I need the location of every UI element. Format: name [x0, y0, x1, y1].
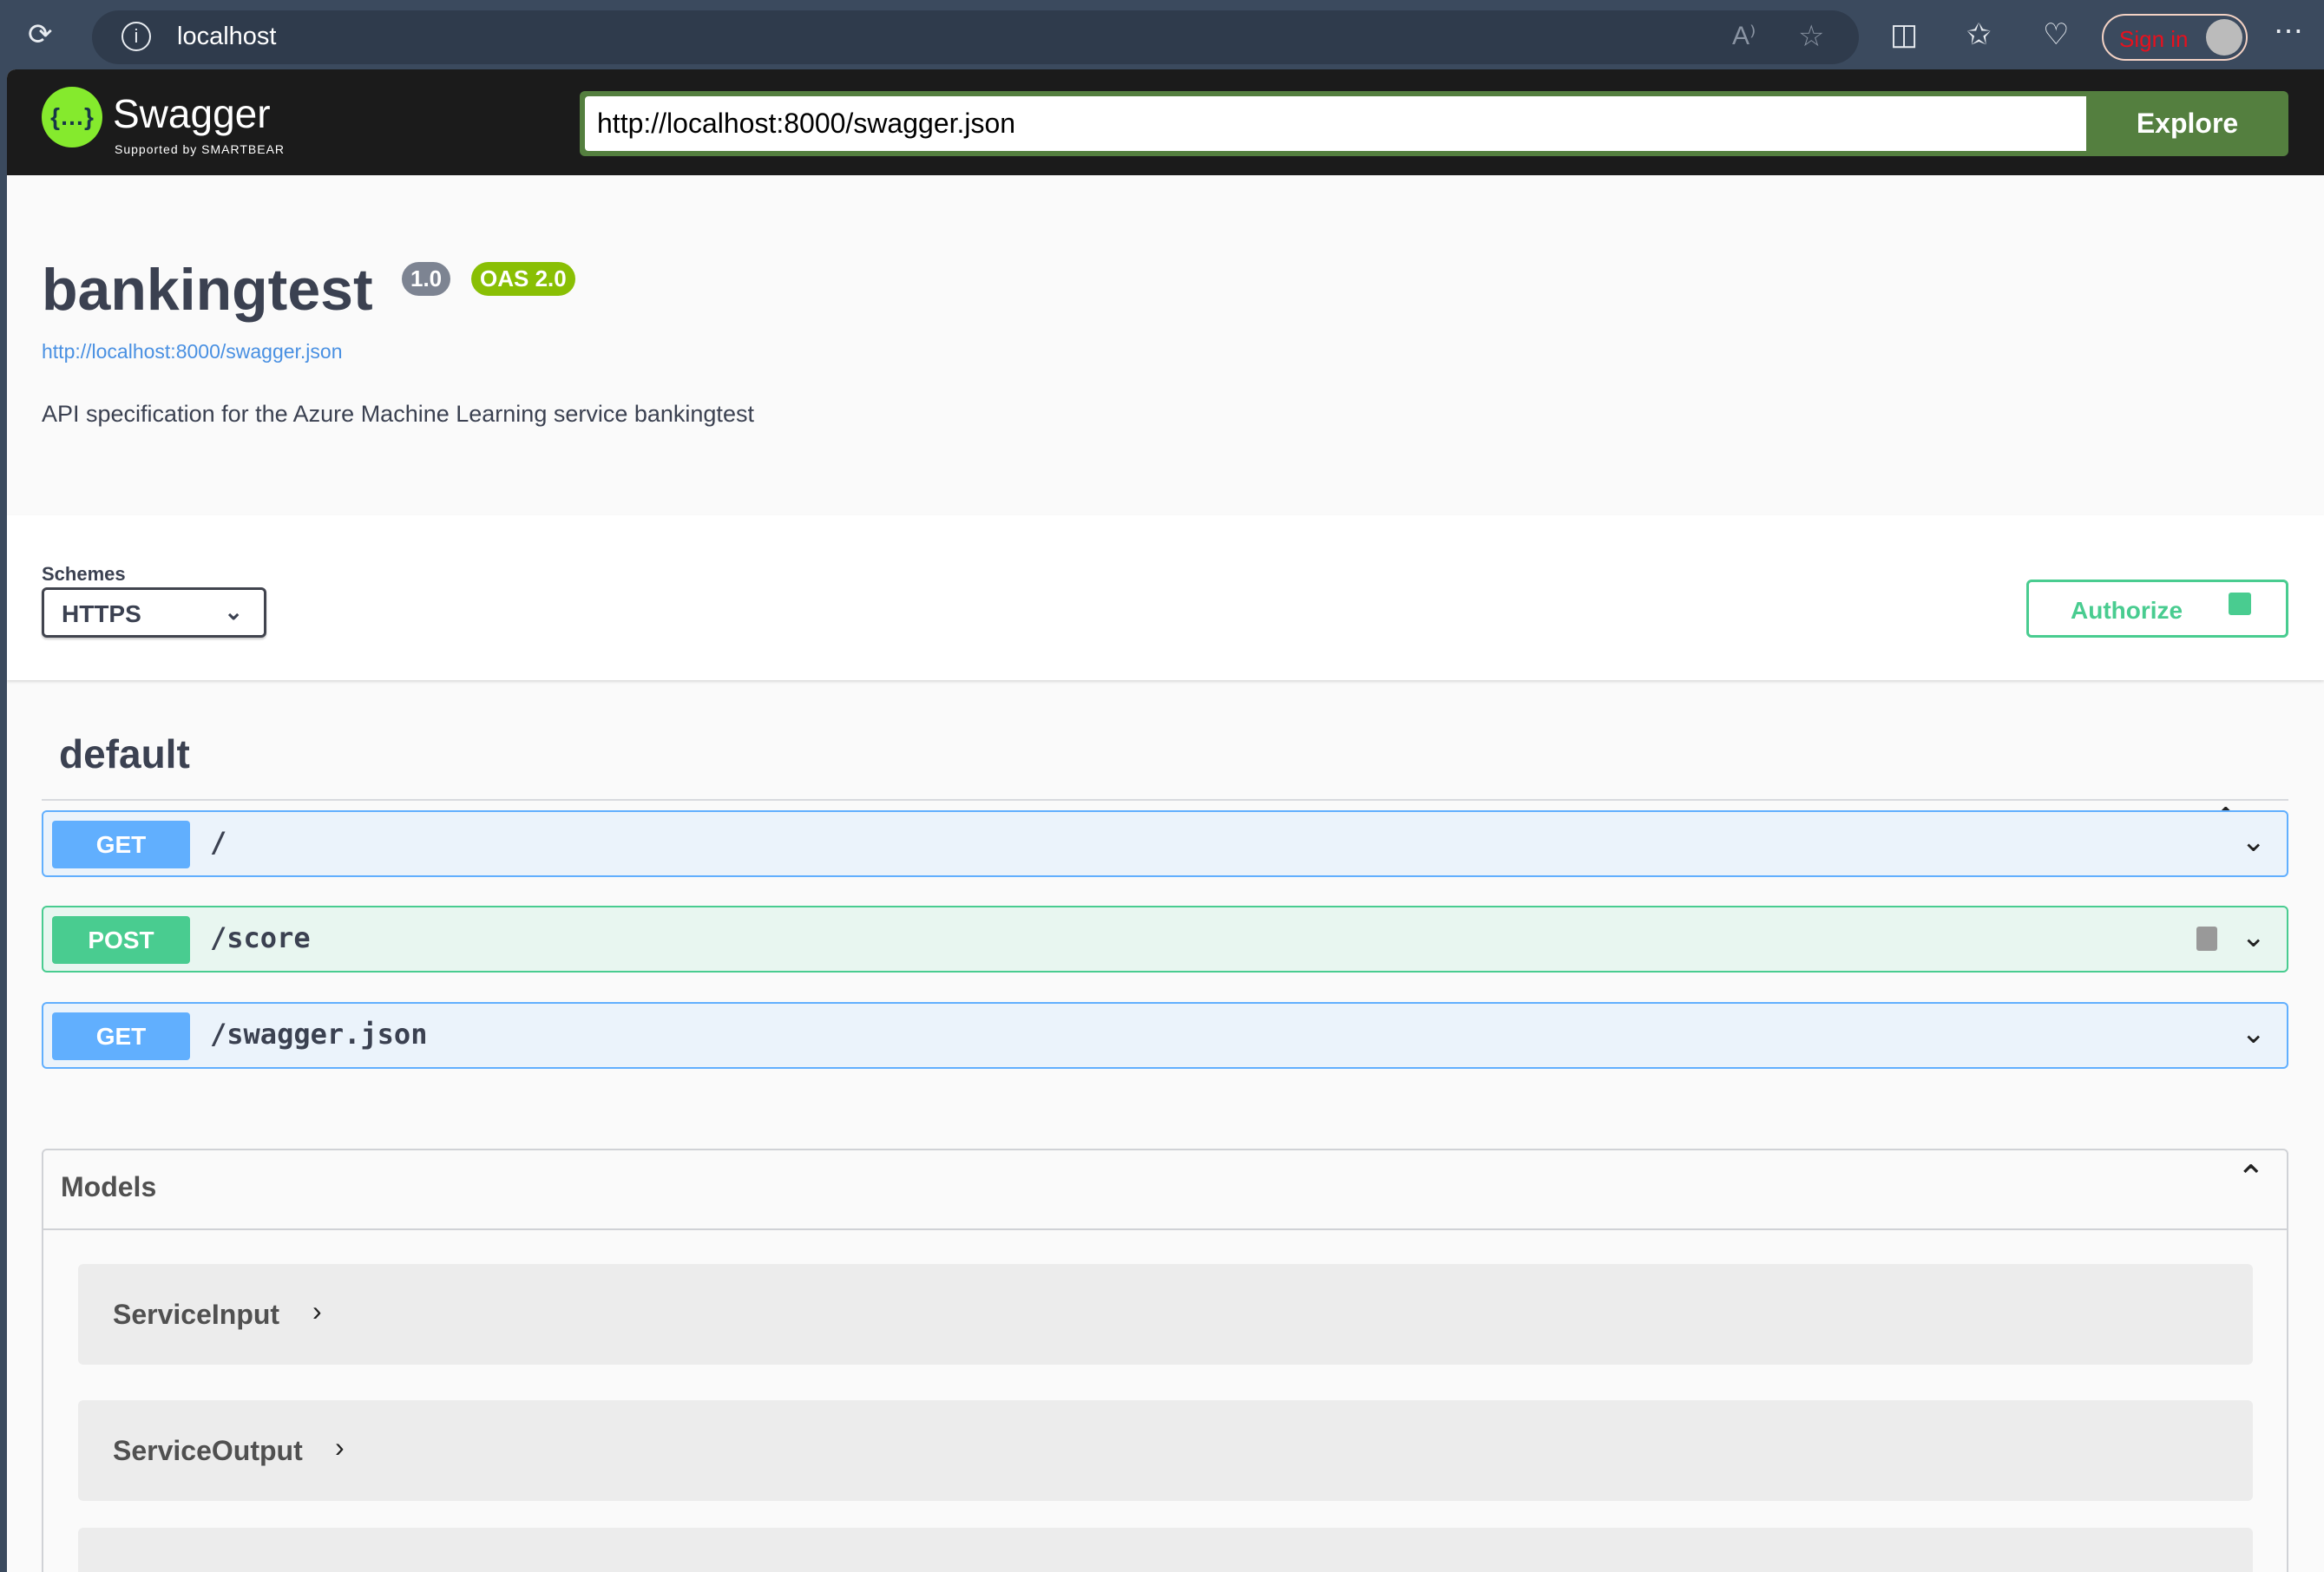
operation-path: /: [210, 826, 227, 859]
spec-link[interactable]: http://localhost:8000/swagger.json: [42, 340, 343, 364]
address-text: localhost: [177, 23, 277, 50]
chevron-right-icon: ›: [335, 1431, 345, 1463]
method-badge: POST: [52, 916, 190, 964]
explore-button[interactable]: Explore: [2086, 91, 2288, 156]
logo-subtext: Supported by SMARTBEAR: [115, 142, 286, 156]
authorize-label: Authorize: [2071, 597, 2183, 624]
method-badge: GET: [52, 1012, 190, 1060]
chevron-down-icon: ⌄: [224, 599, 243, 625]
schemes-selected: HTTPS: [62, 600, 141, 627]
operation-post-score[interactable]: POST /score ⌄: [42, 906, 2288, 973]
operation-path: /swagger.json: [210, 1018, 428, 1051]
model-item[interactable]: [78, 1528, 2253, 1572]
address-bar[interactable]: i localhost A⁾ ☆: [92, 10, 1859, 64]
models-title: Models: [61, 1171, 157, 1202]
chevron-down-icon[interactable]: ⌄: [2242, 1016, 2267, 1051]
schemes-label: Schemes: [42, 563, 126, 585]
method-badge: GET: [52, 821, 190, 868]
favorite-star-icon[interactable]: ☆: [1798, 19, 1824, 54]
models-section: Models ⌄ ServiceInput › ServiceOutput ›: [42, 1149, 2288, 1572]
chevron-down-icon[interactable]: ⌄: [2242, 920, 2267, 954]
health-icon[interactable]: ♡: [2043, 17, 2069, 52]
sign-in-button[interactable]: Sign in: [2102, 14, 2248, 61]
version-badge: 1.0: [402, 262, 451, 296]
schemes-section: Schemes HTTPS ⌄ Authorize: [7, 515, 2324, 680]
reload-icon[interactable]: ⟳: [28, 17, 53, 52]
divider: [42, 799, 2288, 801]
browser-toolbar: ⟳ i localhost A⁾ ☆ ◫ ✩ ♡ Sign in ⋯: [0, 0, 2324, 69]
operation-get-root[interactable]: GET / ⌄: [42, 810, 2288, 877]
models-header[interactable]: Models ⌄: [43, 1150, 2287, 1230]
page: {…} Swagger Supported by SMARTBEAR Explo…: [7, 69, 2324, 1572]
logo-text: Swagger: [113, 91, 271, 136]
split-screen-icon[interactable]: ◫: [1890, 17, 1918, 52]
unlock-icon: [2229, 593, 2251, 615]
swagger-logo-icon: {…}: [42, 87, 102, 147]
operation-get-swagger-json[interactable]: GET /swagger.json ⌄: [42, 1002, 2288, 1069]
model-name: ServiceInput: [113, 1299, 280, 1330]
tag-default-title[interactable]: default: [59, 730, 190, 777]
api-description: API specification for the Azure Machine …: [42, 401, 754, 427]
chevron-down-icon[interactable]: ⌄: [2242, 824, 2267, 859]
sign-in-label: Sign in: [2119, 26, 2189, 52]
swagger-topbar: {…} Swagger Supported by SMARTBEAR Explo…: [7, 69, 2324, 175]
model-service-output[interactable]: ServiceOutput ›: [78, 1400, 2253, 1501]
oas-badge: OAS 2.0: [471, 262, 575, 296]
api-title: bankingtest: [42, 257, 373, 323]
more-icon[interactable]: ⋯: [2274, 14, 2303, 49]
read-aloud-icon[interactable]: A⁾: [1732, 21, 1756, 51]
favorites-icon[interactable]: ✩: [1966, 17, 1992, 52]
authorize-button[interactable]: Authorize: [2026, 580, 2288, 638]
avatar: [2206, 19, 2242, 56]
collapse-chevron-icon[interactable]: ⌄: [2236, 1156, 2266, 1195]
model-name: ServiceOutput: [113, 1435, 303, 1466]
spec-url-input[interactable]: [585, 96, 2086, 151]
lock-icon[interactable]: [2196, 927, 2217, 951]
schemes-select[interactable]: HTTPS ⌄: [42, 587, 266, 638]
info-icon[interactable]: i: [121, 22, 151, 51]
operation-path: /score: [210, 921, 311, 954]
model-service-input[interactable]: ServiceInput ›: [78, 1264, 2253, 1365]
chevron-right-icon: ›: [312, 1295, 322, 1326]
